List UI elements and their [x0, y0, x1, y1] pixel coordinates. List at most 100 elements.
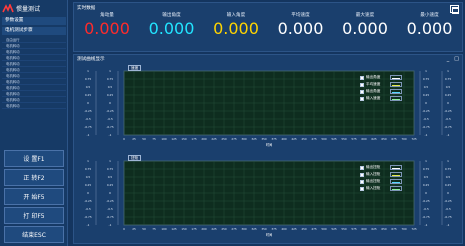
- legend-checkbox[interactable]: [360, 75, 364, 80]
- chart-chip[interactable]: 扭矩: [128, 155, 142, 161]
- readout-min-speed: 最小速度 0.000: [399, 12, 461, 38]
- y-tick-label: -1: [447, 223, 450, 227]
- legend-label: 输出角度: [366, 89, 381, 93]
- print-button[interactable]: 打 印F5: [4, 207, 64, 224]
- legend-item[interactable]: 平均速度: [360, 81, 412, 88]
- start-button[interactable]: 开 始F5: [4, 188, 64, 205]
- y-tick-label: 0: [425, 191, 427, 195]
- sidebar: 惯量测试 参数设置 电机测试步骤 自由运行 电机转动 电机转动 电机转动 电机转动 电机转…: [0, 0, 68, 246]
- legend-checkbox[interactable]: [360, 165, 364, 170]
- y-tick-label: -0.5: [107, 207, 113, 211]
- y-tick-label: -0.25: [84, 199, 91, 203]
- readout-value: 0.000: [277, 19, 324, 38]
- x-tick-label: 500: [321, 137, 327, 141]
- y-tick-label: 0: [109, 101, 111, 105]
- x-tick-label: 275: [231, 227, 237, 231]
- x-tick-label: 725: [411, 227, 417, 231]
- legend-checkbox[interactable]: [360, 89, 364, 94]
- x-tick-label: 475: [311, 227, 317, 231]
- y-tick-label: 0.75: [85, 167, 91, 171]
- y-tick-label: -1: [447, 133, 450, 137]
- y-tick-label: -0.5: [445, 207, 451, 211]
- x-tick-label: 325: [251, 227, 257, 231]
- sidebar-header-params[interactable]: 参数设置: [2, 17, 66, 25]
- legend-item[interactable]: 输出角度: [360, 88, 412, 95]
- y-tick-label: 0.5: [446, 175, 451, 179]
- y-tick-label: -0.5: [85, 117, 91, 121]
- legend-checkbox[interactable]: [360, 179, 364, 184]
- y-tick-label: -0.75: [84, 215, 91, 219]
- y-tick-label: 0.25: [445, 93, 451, 97]
- x-tick-label: 425: [291, 227, 297, 231]
- exit-button[interactable]: 结束ESC: [4, 226, 64, 243]
- legend-checkbox[interactable]: [360, 172, 364, 177]
- forward-button[interactable]: 正 转F2: [4, 169, 64, 186]
- curve-panel: 测试曲线显示 _ □ 0 25 50 75 100 125 150 175 200 225 250 2…: [73, 54, 463, 244]
- x-tick-label: 175: [191, 227, 197, 231]
- legend-checkbox[interactable]: [360, 96, 364, 101]
- legend-label: 输入扭矩: [366, 186, 381, 190]
- chart-1: 0 25 50 75 100 125 150 175 200 225 250 275 300 325 350…: [80, 155, 458, 237]
- legend-item[interactable]: 输入扭矩: [360, 171, 412, 178]
- app-window: 惯量测试 参数设置 电机测试步骤 自由运行 电机转动 电机转动 电机转动 电机转动 电机转…: [0, 0, 465, 246]
- x-axis-label: 时间: [266, 142, 272, 147]
- legend-checkbox[interactable]: [360, 186, 364, 191]
- maximize-icon[interactable]: □: [454, 56, 459, 62]
- y-tick-label: 0.5: [446, 85, 451, 89]
- legend-swatch: [390, 89, 402, 94]
- x-tick-label: 725: [411, 137, 417, 141]
- legend-checkbox[interactable]: [360, 82, 364, 87]
- x-axis-label: 时间: [266, 232, 272, 237]
- x-tick-label: 150: [181, 137, 187, 141]
- x-tick-label: 675: [391, 227, 397, 231]
- legend-item[interactable]: 输出扭矩: [360, 164, 412, 171]
- x-tick-label: 200: [201, 137, 207, 141]
- chart-0: 0 25 50 75 100 125 150 175 200 225 250 275 300 325 350…: [80, 65, 458, 147]
- x-tick-label: 375: [271, 227, 277, 231]
- x-tick-label: 625: [371, 137, 377, 141]
- y-tick-label: -0.5: [423, 117, 429, 121]
- y-tick-label: -0.25: [422, 199, 429, 203]
- readout-value: 0.000: [342, 19, 388, 38]
- y-tick-label: -0.5: [107, 117, 113, 121]
- y-tick-label: -0.75: [106, 125, 113, 129]
- x-tick-label: 675: [391, 137, 397, 141]
- y-tick-label: -1: [87, 223, 90, 227]
- curve-panel-title: 测试曲线显示: [77, 57, 105, 62]
- x-tick-label: 600: [361, 137, 367, 141]
- legend-item[interactable]: 输入速度: [360, 95, 412, 102]
- x-tick-label: 700: [401, 227, 407, 231]
- sidebar-menu-item[interactable]: 电机转动: [2, 103, 66, 109]
- y-tick-label: -0.75: [422, 215, 429, 219]
- logo-icon: [2, 3, 14, 14]
- legend-item[interactable]: 输出角度: [360, 74, 412, 81]
- x-tick-label: 125: [171, 137, 177, 141]
- y-tick-label: -0.75: [422, 125, 429, 129]
- sidebar-header-test-steps[interactable]: 电机测试步骤: [2, 27, 66, 35]
- legend-label: 输出角度: [366, 75, 381, 79]
- x-tick-label: 150: [181, 227, 187, 231]
- y-tick-label: -0.75: [444, 125, 451, 129]
- readout-value: 0.000: [84, 19, 130, 38]
- y-tick-label: 0.75: [107, 167, 113, 171]
- legend-item[interactable]: 输入扭矩: [360, 185, 412, 192]
- y-tick-label: -1: [109, 133, 112, 137]
- x-tick-label: 0: [123, 137, 125, 141]
- readout-value: 0.000: [213, 19, 259, 38]
- x-tick-label: 475: [311, 137, 317, 141]
- app-title: 惯量测试: [16, 6, 41, 13]
- y-tick-label: -0.25: [444, 109, 451, 113]
- legend-item[interactable]: 输出扭矩: [360, 178, 412, 185]
- y-tick-label: 1: [425, 159, 427, 163]
- readout-output-angle: 输出角度 0.000: [141, 12, 203, 38]
- chart-chip[interactable]: 速度: [128, 65, 142, 71]
- x-tick-label: 250: [221, 137, 227, 141]
- minimize-icon[interactable]: _: [447, 56, 450, 62]
- y-tick-label: -0.25: [106, 199, 113, 203]
- x-tick-label: 300: [241, 227, 247, 231]
- legend-swatch: [390, 82, 402, 87]
- x-tick-label: 650: [381, 227, 387, 231]
- chart-legend: 输出扭矩 输入扭矩 输出扭矩 输入扭矩: [360, 164, 412, 192]
- settings-button[interactable]: 设 置F1: [4, 150, 64, 167]
- y-tick-label: 1: [109, 159, 111, 163]
